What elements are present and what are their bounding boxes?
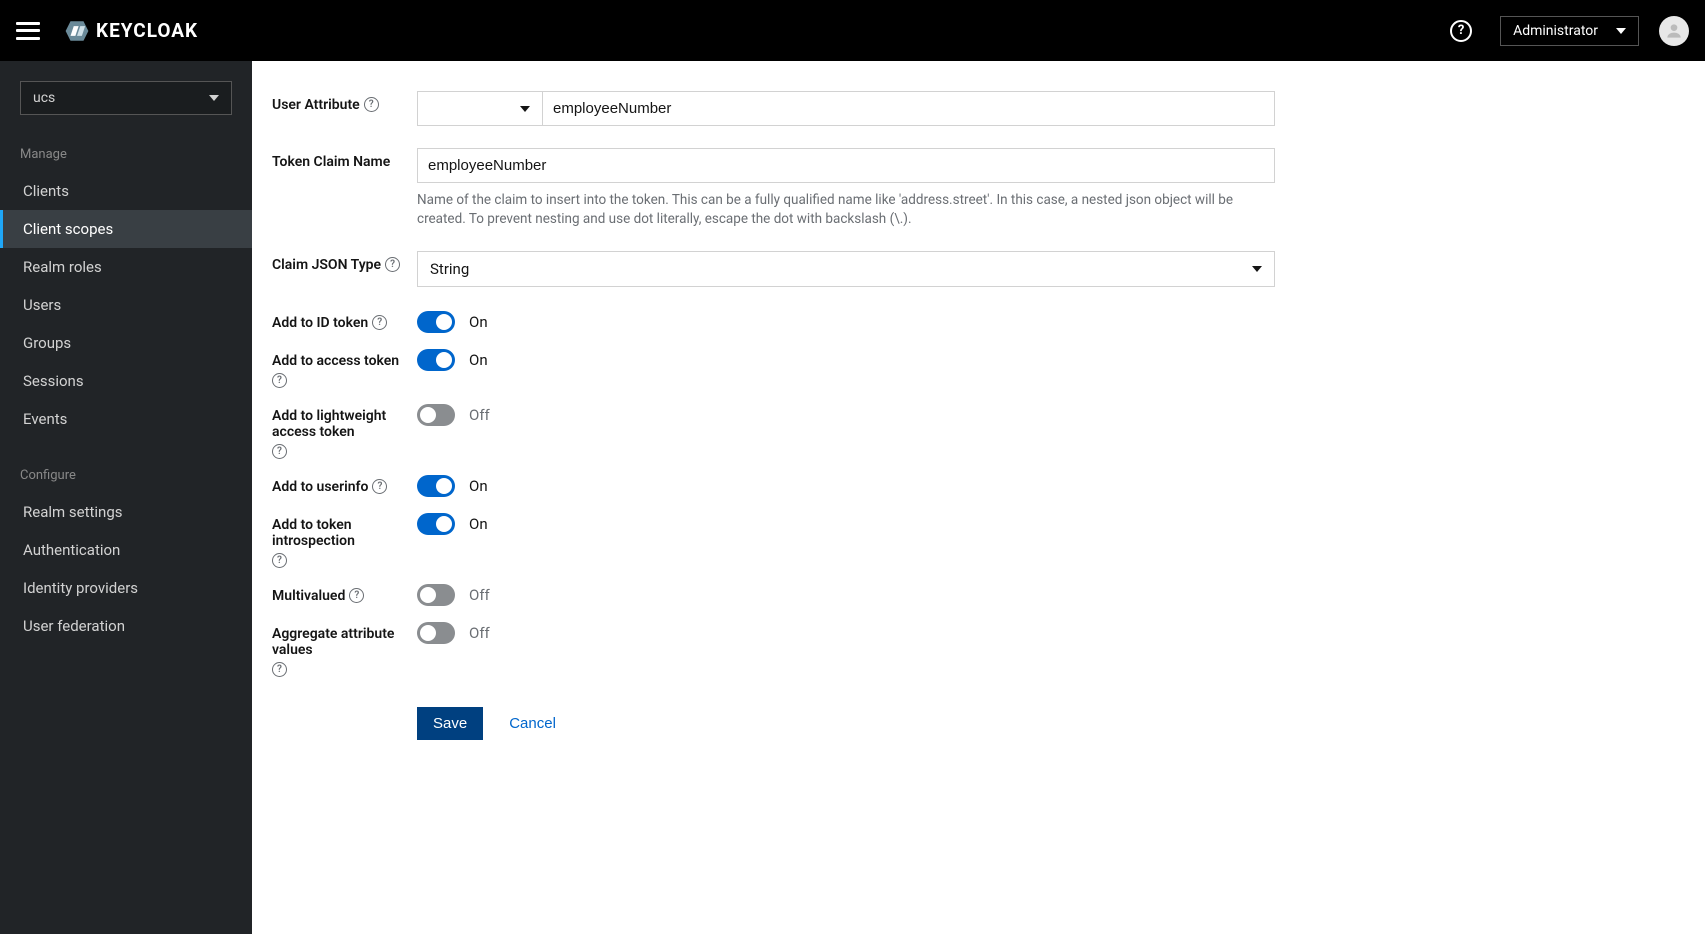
user-attribute-select[interactable]: [417, 91, 542, 126]
token-claim-name-input[interactable]: [417, 148, 1275, 183]
add-access-token-toggle[interactable]: [417, 349, 455, 371]
user-menu[interactable]: Administrator: [1500, 16, 1639, 46]
cancel-button[interactable]: Cancel: [509, 715, 556, 732]
realm-selector-value: ucs: [33, 90, 55, 106]
add-userinfo-toggle[interactable]: [417, 475, 455, 497]
brand[interactable]: KEYCLOAK: [64, 18, 198, 44]
claim-json-type-value: String: [430, 260, 469, 278]
toggle-state-text: On: [469, 515, 488, 533]
sidebar-item-client-scopes[interactable]: Client scopes: [0, 210, 252, 248]
sidebar-item-users[interactable]: Users: [0, 286, 252, 324]
caret-down-icon: [209, 95, 219, 101]
caret-down-icon: [1616, 28, 1626, 34]
add-id-token-label: Add to ID token: [272, 315, 368, 331]
help-icon[interactable]: ?: [372, 315, 387, 330]
help-icon[interactable]: ?: [349, 588, 364, 603]
toggle-state-text: Off: [469, 406, 490, 424]
main-content: User Attribute ? Token Claim Name Name o…: [252, 61, 1705, 934]
claim-json-type-label: Claim JSON Type: [272, 257, 381, 273]
help-icon[interactable]: ?: [272, 444, 287, 459]
sidebar-item-groups[interactable]: Groups: [0, 324, 252, 362]
help-icon[interactable]: ?: [364, 97, 379, 112]
aggregate-label: Aggregate attribute values: [272, 626, 417, 658]
claim-json-type-select[interactable]: String: [417, 251, 1275, 287]
toggle-state-text: On: [469, 477, 488, 495]
help-icon[interactable]: ?: [1450, 20, 1472, 42]
sidebar-item-authentication[interactable]: Authentication: [0, 531, 252, 569]
brand-text: KEYCLOAK: [96, 19, 198, 42]
token-claim-name-label: Token Claim Name: [272, 154, 390, 170]
help-icon[interactable]: ?: [385, 257, 400, 272]
multivalued-label: Multivalued: [272, 588, 345, 604]
sidebar: ucs Manage Clients Client scopes Realm r…: [0, 61, 252, 934]
keycloak-logo-icon: [64, 18, 90, 44]
caret-down-icon: [520, 106, 530, 112]
user-menu-label: Administrator: [1513, 23, 1598, 39]
help-icon[interactable]: ?: [272, 662, 287, 677]
help-icon[interactable]: ?: [372, 479, 387, 494]
add-lightweight-label: Add to lightweight access token: [272, 408, 417, 440]
sidebar-item-sessions[interactable]: Sessions: [0, 362, 252, 400]
sidebar-item-realm-settings[interactable]: Realm settings: [0, 493, 252, 531]
top-header: KEYCLOAK ? Administrator: [0, 0, 1705, 61]
add-introspection-label: Add to token introspection: [272, 517, 417, 549]
add-userinfo-label: Add to userinfo: [272, 479, 368, 495]
aggregate-toggle[interactable]: [417, 622, 455, 644]
help-icon[interactable]: ?: [272, 373, 287, 388]
add-lightweight-toggle[interactable]: [417, 404, 455, 426]
help-icon[interactable]: ?: [272, 553, 287, 568]
user-attribute-input[interactable]: [542, 91, 1275, 126]
toggle-state-text: Off: [469, 586, 490, 604]
toggle-state-text: Off: [469, 624, 490, 642]
toggle-state-text: On: [469, 351, 488, 369]
caret-down-icon: [1252, 266, 1262, 272]
save-button[interactable]: Save: [417, 707, 483, 740]
sidebar-item-user-federation[interactable]: User federation: [0, 607, 252, 645]
user-icon: [1664, 21, 1684, 41]
sidebar-item-clients[interactable]: Clients: [0, 172, 252, 210]
add-introspection-toggle[interactable]: [417, 513, 455, 535]
sidebar-item-identity-providers[interactable]: Identity providers: [0, 569, 252, 607]
multivalued-toggle[interactable]: [417, 584, 455, 606]
section-manage-label: Manage: [0, 135, 252, 172]
toggle-state-text: On: [469, 313, 488, 331]
add-access-token-label: Add to access token: [272, 353, 399, 369]
avatar[interactable]: [1659, 16, 1689, 46]
section-configure-label: Configure: [0, 456, 252, 493]
token-claim-help-text: Name of the claim to insert into the tok…: [417, 191, 1275, 229]
sidebar-item-events[interactable]: Events: [0, 400, 252, 438]
hamburger-menu-icon[interactable]: [16, 22, 40, 40]
user-attribute-label: User Attribute: [272, 97, 360, 113]
realm-selector[interactable]: ucs: [20, 81, 232, 115]
add-id-token-toggle[interactable]: [417, 311, 455, 333]
sidebar-item-realm-roles[interactable]: Realm roles: [0, 248, 252, 286]
